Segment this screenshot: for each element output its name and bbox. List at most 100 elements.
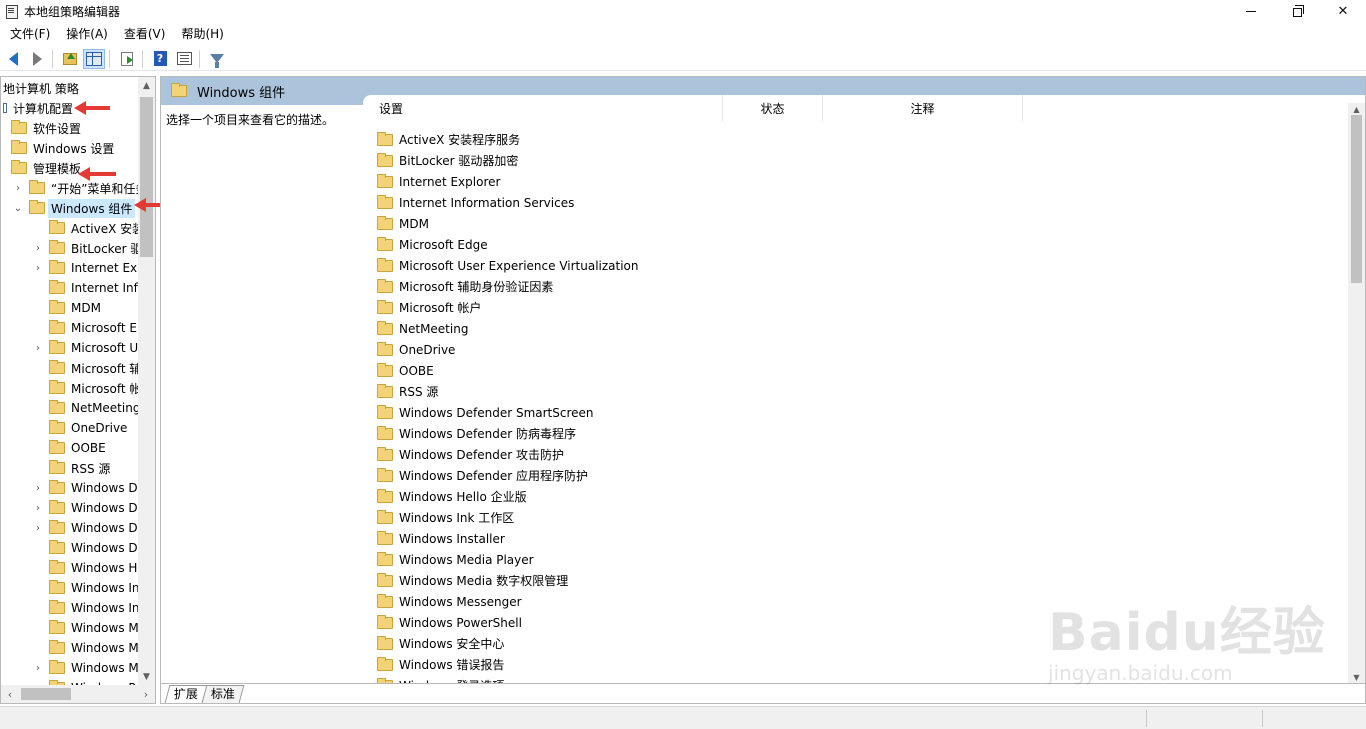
- menu-action[interactable]: 操作(A): [58, 24, 116, 44]
- column-header-state[interactable]: 状态: [723, 95, 823, 121]
- forward-button[interactable]: [26, 49, 48, 69]
- list-item[interactable]: Windows 错误报告: [377, 654, 639, 675]
- tree-item[interactable]: › Windows De: [33, 518, 139, 538]
- tree-item[interactable]: Windows In: [33, 598, 139, 618]
- list-item[interactable]: NetMeeting: [377, 318, 639, 339]
- tree-item[interactable]: Windows M: [33, 638, 139, 658]
- list-item[interactable]: Windows 登录选项: [377, 675, 639, 683]
- tree-item[interactable]: NetMeeting: [33, 398, 139, 418]
- menu-help[interactable]: 帮助(H): [173, 24, 231, 44]
- chevron-down-icon[interactable]: ⌄: [13, 203, 23, 214]
- list-item[interactable]: Internet Information Services: [377, 192, 639, 213]
- list-item[interactable]: OOBE: [377, 360, 639, 381]
- chevron-right-icon[interactable]: ›: [33, 663, 43, 674]
- tree-item[interactable]: Windows M: [33, 618, 139, 638]
- tree-item-windows-components[interactable]: ⌄ Windows 组件: [13, 198, 136, 218]
- tree-item[interactable]: › Microsoft U: [33, 338, 138, 358]
- tree-item[interactable]: Internet Info: [33, 278, 139, 298]
- list-item[interactable]: OneDrive: [377, 339, 639, 360]
- chevron-right-icon[interactable]: ›: [33, 483, 43, 494]
- restore-button[interactable]: [1274, 0, 1320, 22]
- tree-item[interactable]: Microsoft 辅: [33, 358, 139, 378]
- scroll-down-icon[interactable]: ▼: [1348, 671, 1365, 683]
- list-item[interactable]: Windows Defender 攻击防护: [377, 444, 639, 465]
- scroll-up-icon[interactable]: ▲: [1348, 103, 1365, 115]
- folder-icon: [377, 194, 393, 209]
- scroll-up-icon[interactable]: ▲: [138, 77, 155, 94]
- tree-item[interactable]: Windows He: [33, 558, 139, 578]
- scroll-thumb[interactable]: [140, 97, 153, 257]
- tree-item[interactable]: ActiveX 安装: [33, 218, 139, 238]
- tree-vertical-scrollbar[interactable]: ▲ ▼: [138, 77, 155, 685]
- tree-item[interactable]: › Windows De: [33, 478, 139, 498]
- list-item[interactable]: Windows 安全中心: [377, 633, 639, 654]
- tree-item[interactable]: Windows De: [33, 538, 139, 558]
- chevron-right-icon[interactable]: ›: [33, 523, 43, 534]
- tree-item[interactable]: › Windows M: [33, 658, 139, 678]
- scroll-down-icon[interactable]: ▼: [138, 668, 155, 685]
- list-item[interactable]: Microsoft 帐户: [377, 297, 639, 318]
- tree-item-root[interactable]: 地计算机 策略: [3, 78, 79, 98]
- back-button[interactable]: [2, 49, 24, 69]
- tree-item[interactable]: › BitLocker 驱: [33, 238, 139, 258]
- column-header-setting[interactable]: 设置: [363, 95, 723, 121]
- tree-item[interactable]: Microsoft 帐: [33, 378, 139, 398]
- tree-item-windows-settings[interactable]: Windows 设置: [11, 138, 114, 158]
- filter-button[interactable]: [206, 49, 228, 69]
- list-item[interactable]: Windows Defender 应用程序防护: [377, 465, 639, 486]
- tab-standard[interactable]: 标准: [201, 685, 245, 703]
- list-item[interactable]: Windows Media Player: [377, 549, 639, 570]
- menu-file[interactable]: 文件(F): [0, 24, 58, 44]
- list-item[interactable]: Windows Messenger: [377, 591, 639, 612]
- minimize-button[interactable]: [1228, 0, 1274, 22]
- list-item[interactable]: ActiveX 安装程序服务: [377, 129, 639, 150]
- properties-button[interactable]: [173, 49, 195, 69]
- tree-item[interactable]: › Internet Exp: [33, 258, 139, 278]
- list-item[interactable]: Microsoft User Experience Virtualization: [377, 255, 639, 276]
- up-one-level-button[interactable]: [59, 49, 81, 69]
- tree-item[interactable]: Microsoft E: [33, 318, 137, 338]
- list-item[interactable]: Windows PowerShell: [377, 612, 639, 633]
- chevron-right-icon[interactable]: ›: [33, 343, 43, 354]
- chevron-right-icon[interactable]: ›: [13, 183, 23, 194]
- tree-item[interactable]: Windows P: [33, 678, 136, 685]
- list-item[interactable]: Windows Ink 工作区: [377, 507, 639, 528]
- tree-item[interactable]: RSS 源: [33, 458, 110, 478]
- tree-item[interactable]: OneDrive: [33, 418, 127, 438]
- tree-item[interactable]: OOBE: [33, 438, 106, 458]
- list-item[interactable]: Windows Defender 防病毒程序: [377, 423, 639, 444]
- tree-item-software-settings[interactable]: 软件设置: [11, 118, 81, 138]
- tree-item-admin-templates[interactable]: 管理模板: [11, 158, 81, 178]
- tree-item[interactable]: › Windows De: [33, 498, 139, 518]
- list-item[interactable]: BitLocker 驱动器加密: [377, 150, 639, 171]
- chevron-right-icon[interactable]: ›: [33, 243, 43, 254]
- chevron-right-icon[interactable]: ›: [33, 263, 43, 274]
- chevron-right-icon[interactable]: ›: [33, 503, 43, 514]
- menu-view[interactable]: 查看(V): [116, 24, 174, 44]
- list-item[interactable]: Internet Explorer: [377, 171, 639, 192]
- list-item[interactable]: Windows Installer: [377, 528, 639, 549]
- show-hide-tree-button[interactable]: [83, 48, 105, 69]
- scroll-left-icon[interactable]: ‹: [1, 685, 19, 703]
- list-item[interactable]: Windows Defender SmartScreen: [377, 402, 639, 423]
- scroll-thumb[interactable]: [21, 688, 71, 700]
- tree-item[interactable]: MDM: [33, 298, 101, 318]
- list-item[interactable]: RSS 源: [377, 381, 639, 402]
- list-vertical-scrollbar[interactable]: ▲ ▼: [1348, 103, 1365, 683]
- list-item[interactable]: Microsoft Edge: [377, 234, 639, 255]
- list-item[interactable]: Windows Hello 企业版: [377, 486, 639, 507]
- export-list-button[interactable]: [116, 49, 138, 69]
- tree-horizontal-scrollbar[interactable]: ‹ ›: [1, 685, 155, 703]
- list-item[interactable]: Windows Media 数字权限管理: [377, 570, 639, 591]
- column-header-comment[interactable]: 注释: [823, 95, 1023, 121]
- scroll-thumb[interactable]: [1351, 115, 1362, 283]
- help-button[interactable]: ?: [149, 49, 171, 69]
- close-button[interactable]: ✕: [1320, 0, 1366, 22]
- tab-extended[interactable]: 扩展: [164, 685, 208, 703]
- list-item[interactable]: Microsoft 辅助身份验证因素: [377, 276, 639, 297]
- tree-item-start-menu[interactable]: › “开始”菜单和任务: [13, 178, 139, 198]
- tree-item[interactable]: Windows In: [33, 578, 139, 598]
- list-item[interactable]: MDM: [377, 213, 639, 234]
- tree-item-computer-config[interactable]: 计算机配置: [3, 98, 73, 118]
- scroll-right-icon[interactable]: ›: [137, 685, 155, 703]
